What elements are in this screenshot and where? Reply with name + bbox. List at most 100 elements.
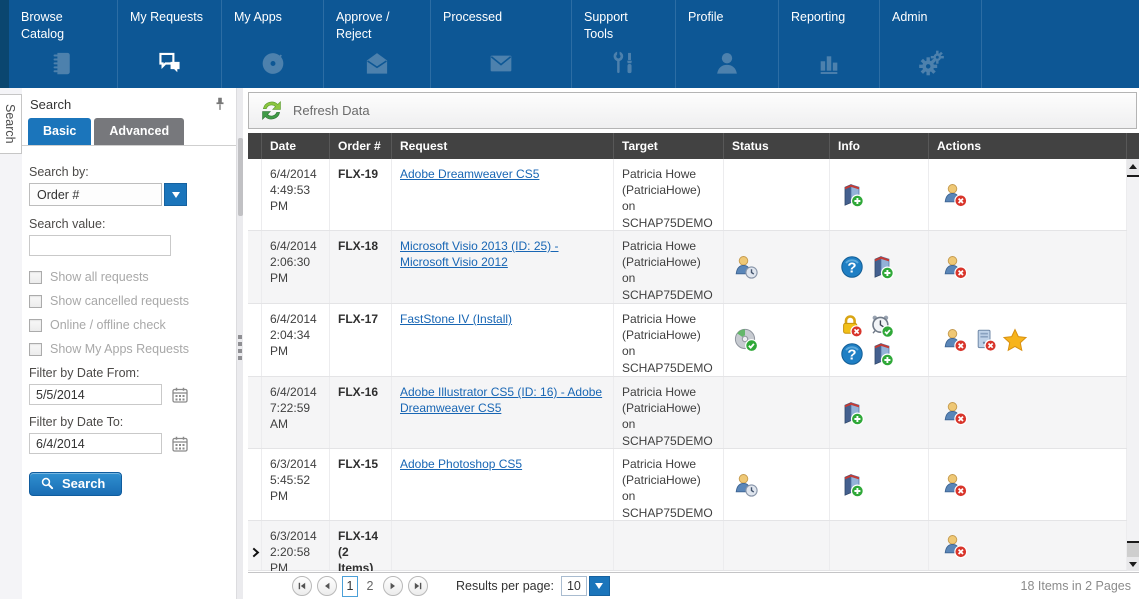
nav-item-processed[interactable]: Processed bbox=[431, 0, 572, 88]
checkbox-box[interactable] bbox=[29, 295, 42, 308]
scrollbar-track[interactable] bbox=[1127, 543, 1139, 557]
row-actions bbox=[929, 449, 1127, 520]
header-info[interactable]: Info bbox=[830, 133, 929, 159]
star-icon[interactable] bbox=[1002, 327, 1028, 353]
row-request: Adobe Dreamweaver CS5 bbox=[392, 159, 614, 230]
nav-item-admin[interactable]: Admin bbox=[880, 0, 982, 88]
user-cancel-icon[interactable] bbox=[942, 182, 968, 208]
user-cancel-icon[interactable] bbox=[942, 400, 968, 426]
navbar-left-strip bbox=[0, 0, 9, 88]
user-cancel-icon[interactable] bbox=[942, 472, 968, 498]
search-by-label: Search by: bbox=[29, 165, 226, 179]
sidebar-splitter[interactable] bbox=[236, 88, 243, 599]
row-expander-cell bbox=[248, 231, 262, 303]
row-request: FastStone IV (Install) bbox=[392, 304, 614, 376]
search-button[interactable]: Search bbox=[29, 472, 122, 496]
scroll-up-icon[interactable] bbox=[1127, 159, 1139, 173]
table-row: 6/4/2014 2:04:34 PM FLX-17 FastStone IV … bbox=[248, 304, 1139, 377]
row-request bbox=[392, 521, 614, 570]
tab-basic[interactable]: Basic bbox=[28, 118, 91, 145]
scrollbar-thumb[interactable] bbox=[1127, 175, 1139, 543]
request-link[interactable]: Adobe Photoshop CS5 bbox=[400, 457, 522, 471]
folder-add-icon[interactable] bbox=[869, 341, 895, 367]
search-value-input[interactable] bbox=[29, 235, 171, 256]
date-from-input[interactable] bbox=[29, 384, 162, 405]
request-link[interactable]: Microsoft Visio 2013 (ID: 25) - Microsof… bbox=[400, 239, 559, 269]
search-sidebar: Search Basic Advanced Search by: Order #… bbox=[22, 88, 236, 599]
row-expander-cell bbox=[248, 159, 262, 230]
folder-add-icon[interactable] bbox=[869, 254, 895, 280]
folder-add-icon[interactable] bbox=[839, 400, 865, 426]
header-order[interactable]: Order # bbox=[330, 133, 392, 159]
request-link[interactable]: FastStone IV (Install) bbox=[400, 312, 512, 326]
user-cancel-icon[interactable] bbox=[942, 254, 968, 280]
page-number-2[interactable]: 2 bbox=[362, 576, 378, 597]
results-per-page-value[interactable]: 10 bbox=[561, 576, 587, 596]
last-page-button[interactable] bbox=[408, 576, 428, 596]
next-page-button[interactable] bbox=[383, 576, 403, 596]
scroll-down-icon[interactable] bbox=[1127, 557, 1139, 571]
header-status[interactable]: Status bbox=[724, 133, 830, 159]
search-by-dropdown-button[interactable] bbox=[164, 183, 187, 206]
apps-icon bbox=[259, 50, 286, 77]
date-to-label: Filter by Date To: bbox=[29, 415, 226, 429]
tab-advanced[interactable]: Advanced bbox=[94, 118, 184, 145]
nav-item-reporting[interactable]: Reporting bbox=[779, 0, 880, 88]
row-request: Adobe Photoshop CS5 bbox=[392, 449, 614, 520]
checkbox-box[interactable] bbox=[29, 271, 42, 284]
header-target[interactable]: Target bbox=[614, 133, 724, 159]
profile-icon bbox=[714, 50, 741, 77]
pin-icon[interactable] bbox=[212, 96, 228, 112]
checkbox-box[interactable] bbox=[29, 319, 42, 332]
folder-add-icon[interactable] bbox=[839, 472, 865, 498]
search-collapsed-tab[interactable]: Search bbox=[0, 94, 22, 154]
nav-item-my-apps[interactable]: My Apps bbox=[222, 0, 324, 88]
help-icon[interactable]: ? bbox=[839, 254, 865, 280]
results-per-page-dropdown-button[interactable] bbox=[589, 576, 610, 596]
date-to-input[interactable] bbox=[29, 433, 162, 454]
user-cancel-icon[interactable] bbox=[942, 533, 968, 559]
nav-item-browse-catalog[interactable]: Browse Catalog bbox=[9, 0, 118, 88]
row-expander-icon[interactable] bbox=[250, 546, 261, 557]
checkbox-show-my-apps-requests[interactable]: Show My Apps Requests bbox=[29, 342, 226, 356]
refresh-data-button[interactable]: Refresh Data bbox=[248, 92, 1137, 129]
request-link[interactable]: Adobe Dreamweaver CS5 bbox=[400, 167, 539, 181]
prev-page-button[interactable] bbox=[317, 576, 337, 596]
server-cancel-icon[interactable] bbox=[972, 327, 998, 353]
vertical-scrollbar[interactable] bbox=[1127, 159, 1139, 571]
requests-main-panel: Refresh Data Date Order # Request Target… bbox=[248, 88, 1139, 599]
checkbox-box[interactable] bbox=[29, 343, 42, 356]
nav-item-profile[interactable]: Profile bbox=[676, 0, 779, 88]
row-actions bbox=[929, 159, 1127, 230]
row-expander-cell bbox=[248, 377, 262, 448]
folder-add-icon[interactable] bbox=[839, 182, 865, 208]
admin-icon bbox=[917, 50, 944, 77]
nav-item-support-tools[interactable]: Support Tools bbox=[572, 0, 676, 88]
first-page-button[interactable] bbox=[292, 576, 312, 596]
reporting-icon bbox=[816, 50, 843, 77]
checkbox-show-cancelled-requests[interactable]: Show cancelled requests bbox=[29, 294, 226, 308]
user-cancel-icon[interactable] bbox=[942, 327, 968, 353]
clock-check-icon[interactable] bbox=[869, 313, 895, 339]
table-row: 6/4/2014 2:06:30 PM FLX-18 Microsoft Vis… bbox=[248, 231, 1139, 304]
results-per-page-label: Results per page: bbox=[456, 579, 554, 593]
checkbox-show-all-requests[interactable]: Show all requests bbox=[29, 270, 226, 284]
header-date[interactable]: Date bbox=[262, 133, 330, 159]
row-status bbox=[724, 159, 830, 230]
request-link[interactable]: Adobe Illustrator CS5 (ID: 16) - Adobe D… bbox=[400, 385, 602, 415]
search-by-select[interactable]: Order # bbox=[29, 183, 162, 206]
help-icon[interactable]: ? bbox=[839, 341, 865, 367]
nav-item-approve-reject[interactable]: Approve / Reject bbox=[324, 0, 431, 88]
calendar-icon[interactable] bbox=[171, 386, 189, 404]
nav-item-my-requests[interactable]: My Requests bbox=[118, 0, 222, 88]
lock-cancel-icon[interactable] bbox=[839, 313, 865, 339]
row-order: FLX-17 bbox=[330, 304, 392, 376]
page-number-1[interactable]: 1 bbox=[342, 576, 358, 597]
header-request[interactable]: Request bbox=[392, 133, 614, 159]
sidebar-scrollbar-thumb[interactable] bbox=[238, 138, 243, 216]
header-actions[interactable]: Actions bbox=[929, 133, 1127, 159]
row-info bbox=[830, 521, 929, 570]
row-actions bbox=[929, 521, 1127, 570]
calendar-icon[interactable] bbox=[171, 435, 189, 453]
checkbox-online-offline-check[interactable]: Online / offline check bbox=[29, 318, 226, 332]
